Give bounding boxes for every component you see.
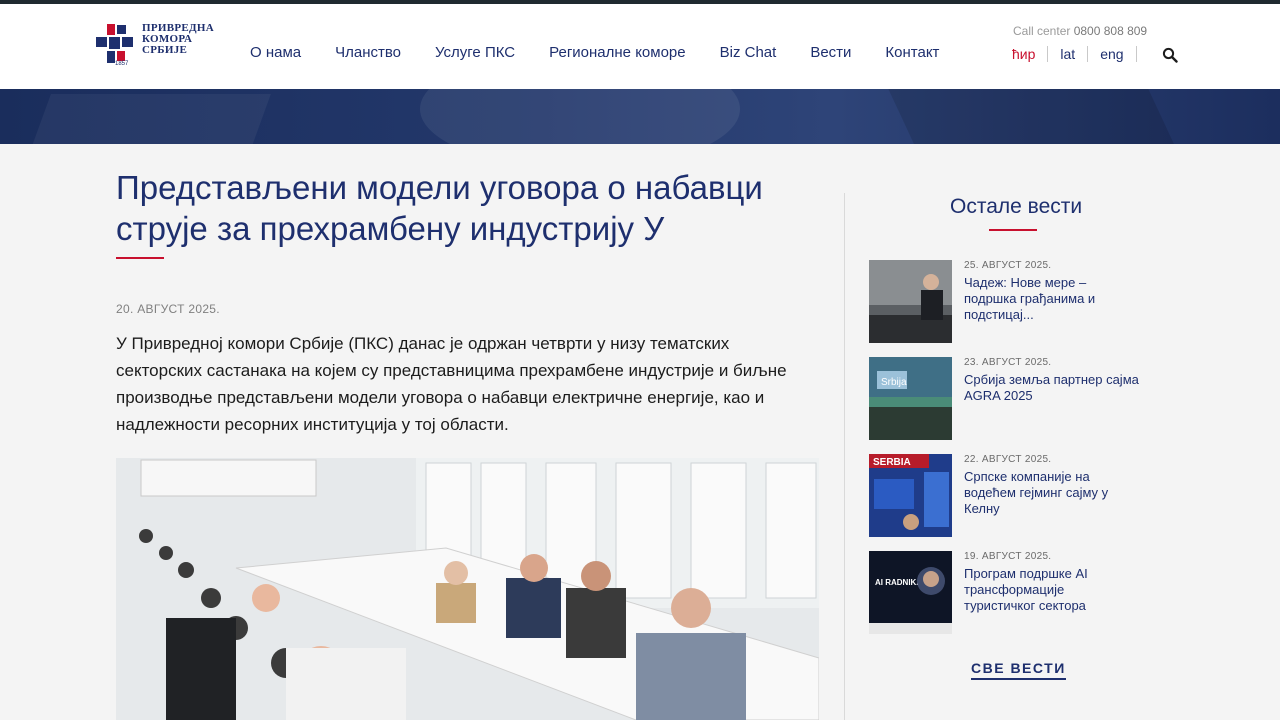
news-title[interactable]: Програм подршке АI трансформације турист… xyxy=(964,566,1139,614)
nav-biz-chat[interactable]: Biz Chat xyxy=(720,44,777,61)
meeting-photo-illustration xyxy=(116,458,819,720)
article-date: 20. АВГУСТ 2025. xyxy=(116,302,220,316)
news-date: 19. АВГУСТ 2025. xyxy=(964,551,1052,562)
thumb-text: SERBIA xyxy=(873,457,911,468)
news-title[interactable]: Српске компаније на водећем гејминг сајм… xyxy=(964,469,1139,517)
lang-cyrillic[interactable]: ћир xyxy=(1012,46,1035,62)
logo-line-3: СРБИЈЕ xyxy=(142,44,188,56)
main-navigation: О нама Чланство Услуге ПКС Регионалне ко… xyxy=(250,44,973,61)
chamber-logo[interactable]: ПРИВРЕДНА КОМОРА СРБИЈЕ 1857 xyxy=(93,21,223,73)
news-date: 22. АВГУСТ 2025. xyxy=(964,454,1052,465)
news-item[interactable]: 25. АВГУСТ 2025. Чадеж: Нове мере – подр… xyxy=(869,260,1149,344)
thumb-text: Srbija xyxy=(881,377,907,388)
lang-divider xyxy=(1087,46,1089,62)
news-item[interactable]: AI RADNIKA 19. АВГУСТ 2025. Програм подр… xyxy=(869,551,1149,635)
lang-divider xyxy=(1135,46,1137,62)
sidebar-title-underline xyxy=(989,229,1037,231)
news-item[interactable]: Srbija 23. АВГУСТ 2025. Србија земља пар… xyxy=(869,357,1149,441)
nav-regional-chambers[interactable]: Регионалне коморе xyxy=(549,44,685,61)
nav-news[interactable]: Вести xyxy=(810,44,851,61)
call-center: Call center 0800 808 809 xyxy=(1013,24,1147,38)
logo-text: ПРИВРЕДНА КОМОРА СРБИЈЕ xyxy=(142,23,214,56)
all-news-link[interactable]: СВЕ ВЕСТИ xyxy=(971,660,1066,680)
call-center-number[interactable]: 0800 808 809 xyxy=(1074,24,1147,38)
nav-contact[interactable]: Контакт xyxy=(885,44,939,61)
nav-services[interactable]: Услуге ПКС xyxy=(435,44,515,61)
lang-latin[interactable]: lat xyxy=(1060,46,1075,62)
news-thumbnail[interactable]: Srbija xyxy=(869,357,952,440)
sidebar-title: Остале вести xyxy=(950,195,1083,218)
nav-about[interactable]: О нама xyxy=(250,44,301,61)
hero-banner xyxy=(0,89,1280,144)
news-date: 25. АВГУСТ 2025. xyxy=(964,260,1052,271)
article-title: Представљени модели уговора о набавци ст… xyxy=(116,169,763,247)
news-thumbnail[interactable]: AI RADNIKA xyxy=(869,551,952,634)
call-center-label: Call center xyxy=(1013,24,1071,38)
article-photo xyxy=(116,458,819,720)
sidebar-divider xyxy=(844,193,845,720)
lang-english[interactable]: eng xyxy=(1100,46,1123,62)
article-lead: У Привредној комори Србије (ПКС) данас ј… xyxy=(116,334,787,434)
news-thumbnail[interactable] xyxy=(869,260,952,343)
lang-divider xyxy=(1047,46,1049,62)
title-underline xyxy=(116,257,164,259)
news-title[interactable]: Чадеж: Нове мере – подршка грађанима и п… xyxy=(964,275,1139,323)
news-date: 23. АВГУСТ 2025. xyxy=(964,357,1052,368)
thumb-text: AI RADNIKA xyxy=(875,578,922,587)
search-icon[interactable] xyxy=(1162,47,1178,63)
language-switcher: ћир lat eng xyxy=(1012,46,1149,62)
news-thumbnail[interactable]: SERBIA xyxy=(869,454,952,537)
logo-year: 1857 xyxy=(115,61,129,67)
nav-membership[interactable]: Чланство xyxy=(335,44,401,61)
news-title[interactable]: Србија земља партнер сајма AGRA 2025 xyxy=(964,372,1139,404)
site-header: ПРИВРЕДНА КОМОРА СРБИЈЕ 1857 О нама Члан… xyxy=(0,4,1280,89)
news-item[interactable]: SERBIA 22. АВГУСТ 2025. Српске компаније… xyxy=(869,454,1149,538)
